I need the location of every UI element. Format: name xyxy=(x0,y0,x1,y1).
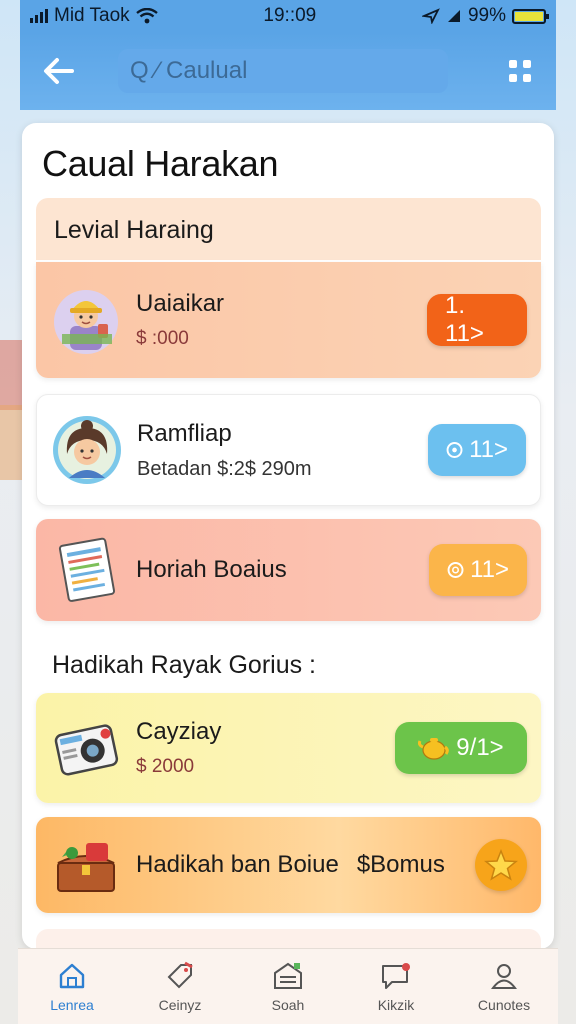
grid-dot xyxy=(523,60,531,68)
nav-label: Kikzik xyxy=(377,996,415,1013)
item-title: Ramfliap xyxy=(137,419,232,447)
battery-icon xyxy=(511,8,549,24)
grid-dot xyxy=(523,74,531,82)
grid-dot xyxy=(509,74,517,82)
list-item-peek xyxy=(36,929,541,949)
item-text: Horiah Boaius xyxy=(136,556,287,584)
carrier-label: Mid Taok xyxy=(54,5,130,26)
location-icon xyxy=(421,8,440,24)
star-icon xyxy=(484,848,518,881)
background-accent xyxy=(0,340,22,410)
item-title: Cayziay xyxy=(136,718,222,745)
nav-item-profile[interactable]: Cunotes xyxy=(454,961,554,1013)
status-bar: Mid Taok 19::09 99% xyxy=(20,0,556,32)
nav-label: Cunotes xyxy=(477,996,531,1013)
list-item[interactable]: Uaiaikar $ :000 1. 11> xyxy=(36,262,541,378)
page-title: Caual Harakan xyxy=(42,143,279,184)
item-action-button[interactable]: 11> xyxy=(428,424,526,476)
action-label: 9/1> xyxy=(456,734,504,761)
home-icon xyxy=(59,963,85,988)
item-action-button[interactable]: 9/1> xyxy=(395,722,527,774)
nav-label: Lenrea xyxy=(50,996,94,1013)
nav-label: Soah xyxy=(271,996,305,1013)
background-accent xyxy=(0,405,22,480)
menu-grid-button[interactable] xyxy=(502,53,538,89)
battery-percent: 99% xyxy=(467,5,506,26)
list-item[interactable]: Ramfliap Betadan $:2$ 290m 11> xyxy=(36,394,541,506)
section-heading: Hadikah Rayak Gorius : xyxy=(52,651,317,679)
coin-icon xyxy=(447,562,464,578)
treasure-chest-icon xyxy=(50,829,122,901)
bottom-nav: Lenrea Ceinyz Soah Kikzik Cunotes xyxy=(18,948,558,1024)
bonus-label: $Bomus xyxy=(356,851,445,878)
profile-icon xyxy=(491,963,517,989)
main-panel: Caual Harakan Levial Haraing Uaiaikar $ … xyxy=(22,123,554,949)
action-label: 11> xyxy=(469,436,508,463)
back-button[interactable] xyxy=(38,51,78,91)
nav-item-home[interactable]: Lenrea xyxy=(22,961,122,1013)
chat-icon xyxy=(382,962,410,989)
action-label: 11> xyxy=(470,556,509,583)
list-item[interactable]: Cayziay $ 2000 9/1> xyxy=(36,693,541,803)
list-item[interactable]: Hadikah ban Boiue $Bomus xyxy=(36,817,541,913)
nav-item-tag[interactable]: Ceinyz xyxy=(130,961,230,1013)
clock: 19::09 xyxy=(263,5,317,26)
teapot-icon xyxy=(418,738,450,760)
list-item[interactable]: Horiah Boaius 11> xyxy=(36,519,541,621)
tag-icon xyxy=(167,961,193,988)
store-icon xyxy=(274,962,302,989)
search-input[interactable] xyxy=(130,57,390,85)
woman-avatar-icon xyxy=(51,414,123,486)
item-text: Uaiaikar $ :000 xyxy=(136,290,224,350)
wifi-icon xyxy=(135,8,158,24)
item-subtitle: Betadan $:2$ 290m xyxy=(137,457,312,480)
app-header xyxy=(20,32,556,110)
cellular-icon xyxy=(447,10,460,22)
coin-icon xyxy=(446,442,463,458)
battery-level xyxy=(514,11,543,21)
camera-icon xyxy=(50,712,122,784)
status-left: Mid Taok xyxy=(30,5,158,27)
item-action-button[interactable]: 1. 11> xyxy=(427,292,527,347)
item-price: $ :000 xyxy=(136,328,189,349)
signal-icon xyxy=(30,9,48,23)
item-action-button[interactable]: 11> xyxy=(429,544,527,596)
search-bar[interactable] xyxy=(118,49,448,93)
nav-item-chat[interactable]: Kikzik xyxy=(346,961,446,1013)
item-text: Ramfliap Betadan $:2$ 290m xyxy=(137,420,312,481)
nav-label: Ceinyz xyxy=(158,996,202,1013)
section-heading: Levial Haraing xyxy=(36,198,541,260)
worker-avatar-icon xyxy=(50,284,122,356)
item-title: Uaiaikar xyxy=(136,290,225,317)
item-price: $ 2000 xyxy=(136,756,195,777)
item-text: Cayziay $ 2000 xyxy=(136,718,221,778)
grid-dot xyxy=(509,60,517,68)
status-right: 99% xyxy=(421,5,549,27)
item-title: Hadikah ban Boiue xyxy=(136,851,339,878)
arrow-left-icon xyxy=(44,58,74,84)
item-title: Horiah Boaius xyxy=(136,556,287,583)
nav-item-store[interactable]: Soah xyxy=(238,961,338,1013)
favorite-button[interactable] xyxy=(475,839,527,891)
document-list-icon xyxy=(50,534,122,606)
item-text: Hadikah ban Boiue $Bomus xyxy=(136,851,445,879)
